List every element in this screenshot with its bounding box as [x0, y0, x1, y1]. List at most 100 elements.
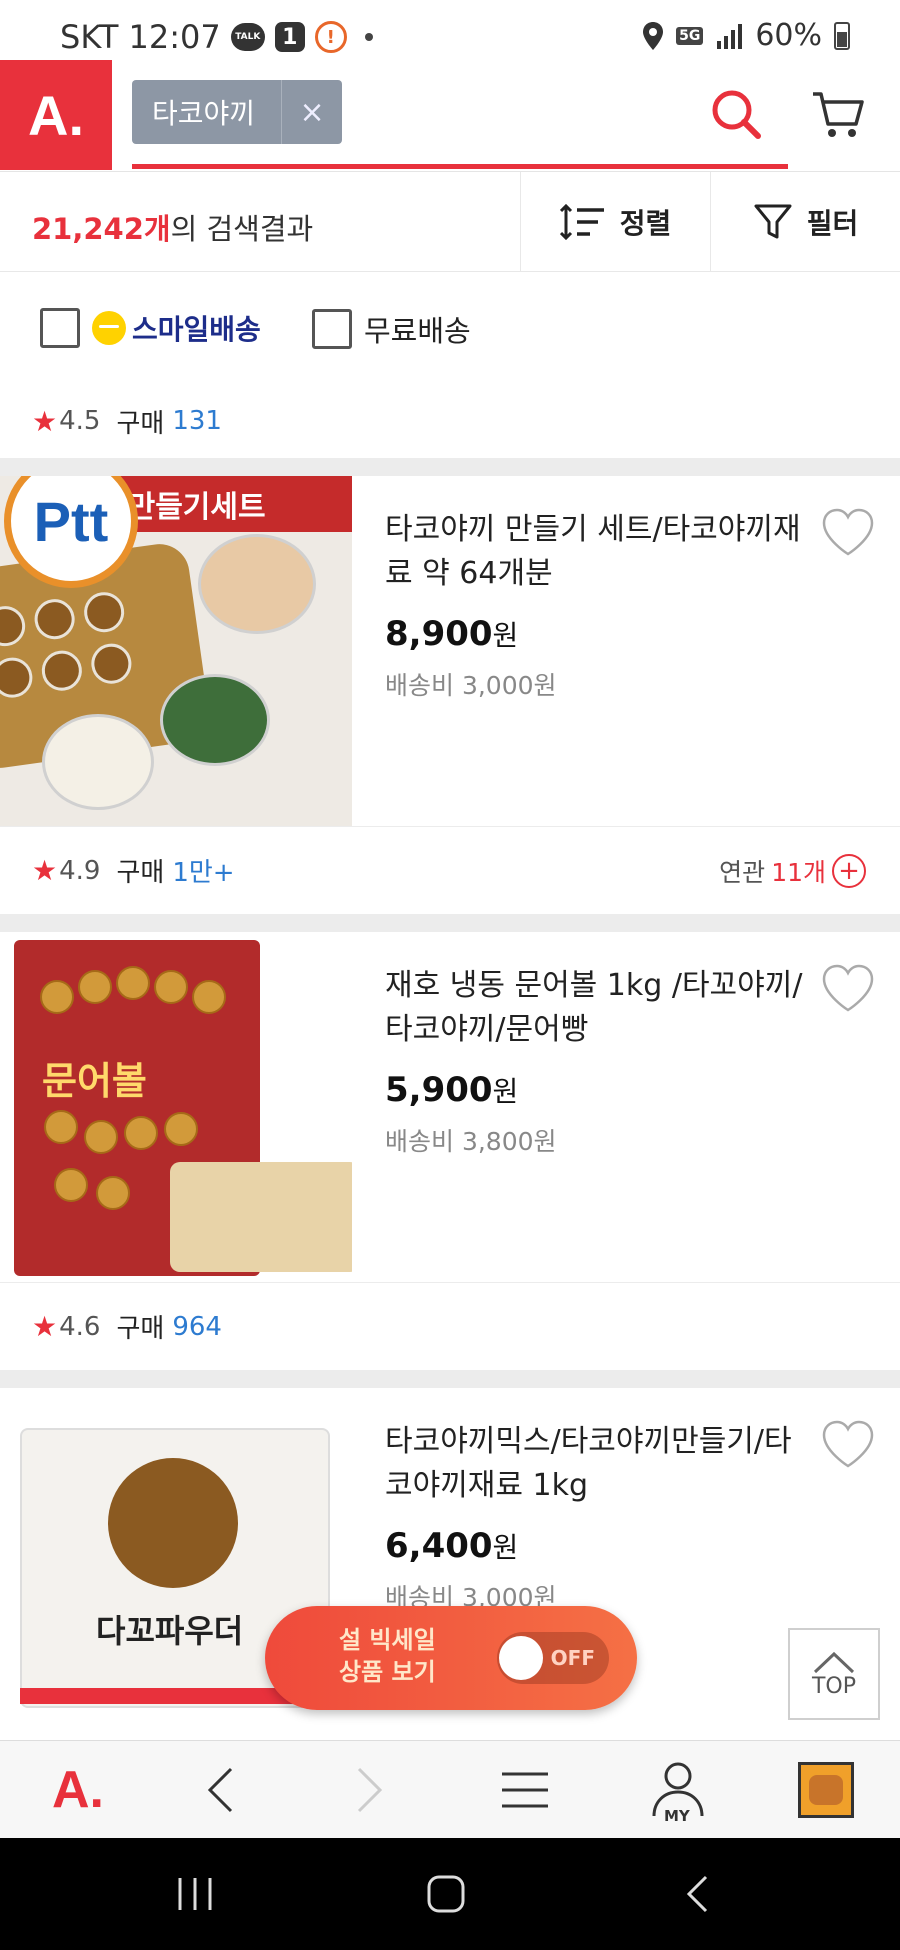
- free-shipping-option[interactable]: 무료배송: [312, 308, 471, 350]
- product-image[interactable]: 문어볼: [0, 932, 352, 1282]
- cart-icon[interactable]: [810, 86, 866, 142]
- product-title[interactable]: 타코야끼믹스/타코야끼만들기/타코야끼재료 1kg: [385, 1420, 805, 1508]
- shipping-fee: 배송비 3,800원: [385, 1127, 557, 1156]
- back-icon[interactable]: [684, 1874, 710, 1914]
- home-logo[interactable]: A.: [0, 60, 112, 170]
- product-title[interactable]: 재호 냉동 문어볼 1kg /타꼬야끼/타코야끼/문어빵: [385, 964, 805, 1052]
- product-image[interactable]: 끼만들기세트 Ptt: [0, 476, 352, 826]
- octopus-ball: [84, 1120, 118, 1154]
- search-underline: [132, 164, 788, 169]
- chevron-right-icon: [357, 1767, 383, 1813]
- purchase-count: 131: [172, 406, 222, 436]
- star-icon: ★: [32, 404, 58, 438]
- home-logo-icon: A.: [52, 1761, 104, 1819]
- android-nav-bar: [0, 1838, 900, 1950]
- octopus-ball: [124, 1116, 158, 1150]
- result-count-number: 21,242개: [32, 212, 171, 246]
- nav-menu[interactable]: [475, 1741, 575, 1839]
- nav-my[interactable]: MY: [628, 1741, 728, 1839]
- filter-button[interactable]: 필터: [710, 172, 900, 272]
- purchase-label: 구매: [116, 1314, 165, 1344]
- battery-icon: [834, 21, 850, 50]
- product-price: 8,900원: [385, 614, 805, 654]
- item-separator: [0, 1370, 900, 1388]
- heart-icon[interactable]: [820, 1418, 876, 1470]
- star-icon: ★: [32, 854, 58, 887]
- sort-icon: [559, 204, 604, 240]
- nav-recent-viewed[interactable]: [776, 1741, 876, 1839]
- search-field[interactable]: 타코야끼 ×: [132, 80, 343, 144]
- purchase-count: 1만+: [172, 858, 235, 888]
- octopus-ball: [116, 966, 150, 1000]
- nav-back[interactable]: [170, 1741, 270, 1839]
- heart-icon[interactable]: [820, 506, 876, 558]
- product-meta-row: ★ 4.9 구매 1만+ 연관 11개 +: [0, 826, 900, 914]
- battery-percent: 60%: [755, 18, 822, 53]
- search-term-chip[interactable]: 타코야끼 ×: [132, 80, 343, 144]
- takoyaki-ball: [88, 641, 134, 687]
- my-label: MY: [664, 1807, 690, 1825]
- product-info: 타코야끼믹스/타코야끼만들기/타코야끼재료 1kg 6,400원 배송비 3,0…: [385, 1420, 805, 1614]
- product-price: 5,900원: [385, 1070, 805, 1110]
- product-meta-row: ★ 4.6 구매 964: [0, 1282, 900, 1370]
- recent-apps-icon[interactable]: [176, 1876, 214, 1912]
- sale-toggle-banner[interactable]: 설 빅세일 상품 보기 OFF: [265, 1606, 637, 1710]
- octopus-ball: [54, 1168, 88, 1202]
- item-separator: [0, 914, 900, 932]
- smile-delivery-option[interactable]: 스마일배송: [40, 308, 261, 348]
- recent-product-thumb: [798, 1762, 854, 1818]
- home-icon[interactable]: [426, 1874, 466, 1914]
- sale-line1: 설 빅세일: [339, 1626, 436, 1654]
- filter-label: 필터: [806, 207, 859, 240]
- octopus-ball: [96, 1176, 130, 1210]
- app-header: A. 타코야끼 ×: [0, 60, 900, 172]
- purchase-label: 구매: [116, 408, 165, 439]
- purchase-count: 964: [172, 1311, 222, 1342]
- carrier-time: SKT 12:07: [60, 18, 221, 56]
- sort-button[interactable]: 정렬: [520, 172, 710, 272]
- cabbage-bowl: [42, 714, 154, 810]
- clear-search-button[interactable]: ×: [282, 80, 342, 144]
- product-title[interactable]: 타코야끼 만들기 세트/타코야끼재료 약 64개분: [385, 508, 805, 596]
- related-label: 연관: [719, 858, 766, 887]
- smile-delivery-checkbox[interactable]: [40, 308, 80, 348]
- chevron-up-icon: [813, 1651, 855, 1673]
- smile-delivery-label: 스마일배송: [132, 313, 261, 346]
- result-count-suffix: 의 검색결과: [170, 212, 314, 246]
- scroll-top-button[interactable]: TOP: [788, 1628, 880, 1720]
- price-currency: 원: [492, 1531, 519, 1564]
- search-term: 타코야끼: [132, 80, 283, 144]
- takoyaki-ball: [81, 589, 127, 635]
- sale-toggle-switch[interactable]: OFF: [497, 1632, 609, 1684]
- price-currency: 원: [492, 619, 519, 652]
- product-item[interactable]: 끼만들기세트 Ptt 타코야끼 만들기 세트/타코야끼재료 약 64개분 8,9…: [0, 476, 900, 826]
- purchase-label: 구매: [116, 858, 165, 888]
- network-5g-icon: 5G: [676, 26, 704, 45]
- top-label: TOP: [811, 1673, 857, 1699]
- search-icon[interactable]: [708, 86, 764, 142]
- rating-value: 4.6: [59, 1311, 101, 1342]
- delivery-options: 스마일배송 무료배송: [0, 272, 900, 384]
- nav-home[interactable]: A.: [28, 1741, 128, 1839]
- takoyaki-plate: [170, 1162, 352, 1272]
- pack-label: 문어볼: [42, 1059, 147, 1103]
- heart-icon[interactable]: [820, 962, 876, 1014]
- takoyaki-ball: [39, 648, 85, 694]
- product-info: 재호 냉동 문어볼 1kg /타꼬야끼/타코야끼/문어빵 5,900원 배송비 …: [385, 964, 805, 1158]
- more-notifications-dot: [364, 33, 373, 41]
- takoyaki-ball: [32, 596, 78, 642]
- product-info: 타코야끼 만들기 세트/타코야끼재료 약 64개분 8,900원 배송비 3,0…: [385, 508, 805, 702]
- sort-label: 정렬: [619, 207, 672, 240]
- bottom-nav: A. MY: [0, 1740, 900, 1838]
- toggle-state: OFF: [550, 1646, 595, 1670]
- octopus-ball: [154, 970, 188, 1004]
- takoyaki-ball: [0, 603, 28, 649]
- result-count: 21,242개의 검색결과: [32, 206, 313, 248]
- related-items-button[interactable]: 연관 11개 +: [719, 827, 866, 915]
- product-item[interactable]: 문어볼 재호 냉동 문어볼 1kg /타꼬야끼/타코야끼/문어빵 5,900원 …: [0, 932, 900, 1282]
- octopus-ball: [40, 980, 74, 1014]
- kakaotalk-icon: TALK: [230, 23, 265, 51]
- nav-forward[interactable]: [320, 1741, 420, 1839]
- free-shipping-checkbox[interactable]: [312, 309, 352, 349]
- smile-delivery-logo: 스마일배송: [92, 308, 261, 348]
